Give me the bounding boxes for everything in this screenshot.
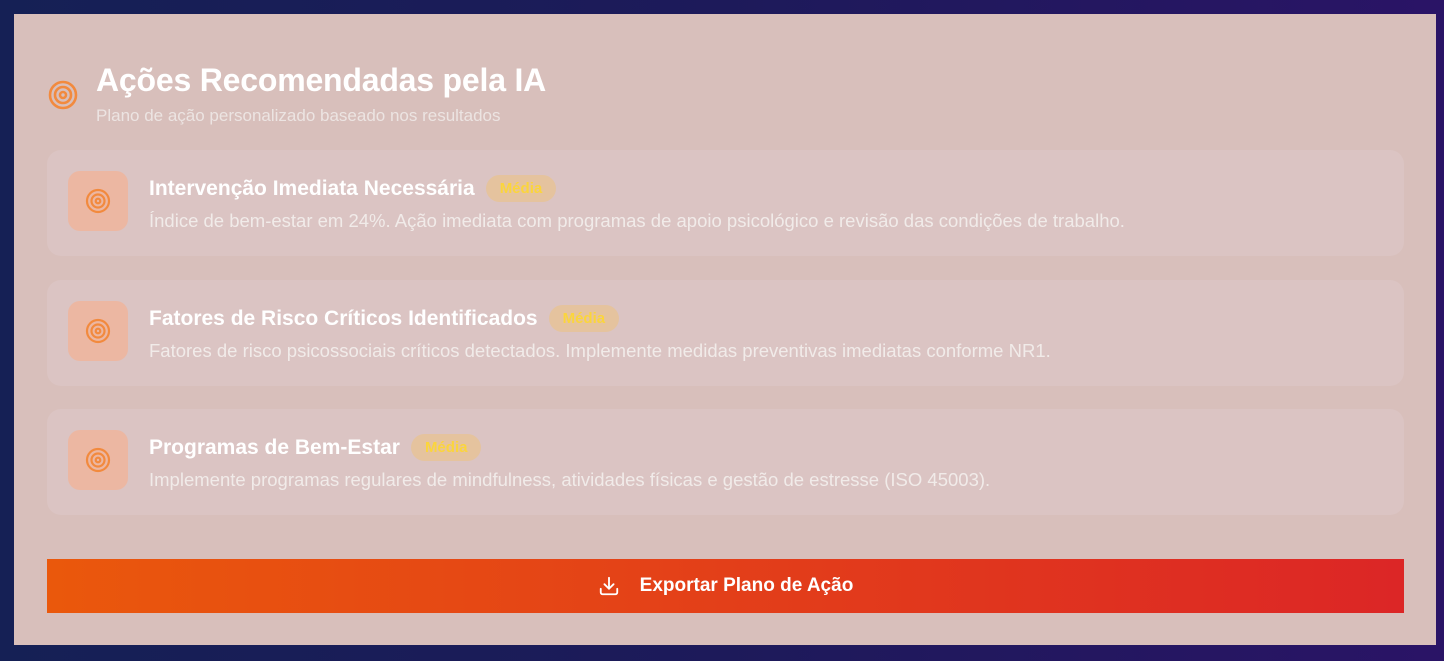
action-item-title: Intervenção Imediata Necessária Média	[149, 175, 557, 202]
card-title: Ações Recomendadas pela IA	[96, 62, 547, 98]
target-icon	[68, 430, 128, 490]
target-icon	[47, 79, 79, 111]
action-item-description: Fatores de risco psicossociais críticos …	[149, 340, 1051, 361]
action-item: Programas de Bem-Estar Média Implemente …	[47, 409, 1404, 515]
priority-badge: Média	[485, 175, 557, 202]
action-item-description: Implemente programas regulares de mindfu…	[149, 469, 991, 490]
action-item: Intervenção Imediata Necessária Média Ín…	[47, 150, 1404, 256]
action-item: Fatores de Risco Críticos Identificados …	[47, 280, 1404, 386]
action-item-title: Fatores de Risco Críticos Identificados …	[149, 305, 620, 332]
download-icon	[599, 576, 618, 596]
action-item-title-text: Intervenção Imediata Necessária	[149, 176, 475, 200]
target-icon	[68, 301, 128, 361]
target-icon	[68, 171, 128, 231]
action-item-title-text: Fatores de Risco Críticos Identificados	[149, 306, 538, 330]
export-plan-button-label: Exportar Plano de Ação	[639, 575, 854, 596]
action-item-title: Programas de Bem-Estar Média	[149, 434, 482, 461]
recommendations-card: Ações Recomendadas pela IA Plano de ação…	[14, 14, 1436, 645]
export-plan-button[interactable]: Exportar Plano de Ação	[47, 559, 1404, 613]
priority-badge: Média	[548, 305, 620, 332]
card-subtitle: Plano de ação personalizado baseado nos …	[96, 106, 501, 125]
action-item-title-text: Programas de Bem-Estar	[149, 435, 400, 459]
priority-badge: Média	[410, 434, 482, 461]
action-item-description: Índice de bem-estar em 24%. Ação imediat…	[149, 210, 1125, 231]
